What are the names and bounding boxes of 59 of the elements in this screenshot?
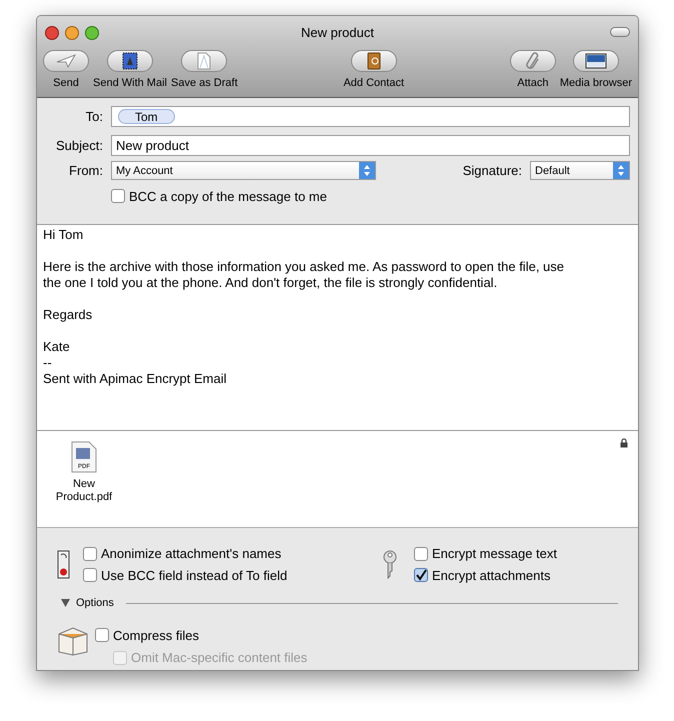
- minimize-button[interactable]: [65, 26, 79, 40]
- to-field[interactable]: Tom: [111, 106, 630, 127]
- options-section-label[interactable]: Options: [76, 595, 114, 612]
- checkbox-label: Encrypt attachments: [432, 566, 550, 585]
- toolbar-button[interactable]: Save as Draft: [168, 50, 240, 92]
- toolbar-button[interactable]: Send: [41, 50, 91, 92]
- checkbox-label: Anonimize attachment's names: [101, 545, 282, 563]
- lock-icon: [620, 438, 628, 448]
- body-text-line: Hi Tom: [43, 227, 84, 243]
- subject-label: Subject:: [55, 136, 103, 155]
- from-dropdown[interactable]: My Account: [111, 161, 376, 180]
- checkbox[interactable]: [414, 568, 428, 582]
- checkbox-label: Encrypt message text: [432, 545, 557, 563]
- disclosure-triangle-icon[interactable]: [61, 599, 70, 608]
- toolbar-button[interactable]: Attach: [508, 50, 558, 92]
- toolbar-toggle-button[interactable]: [610, 27, 630, 37]
- box-icon: [57, 626, 89, 656]
- door-hanger-icon: [57, 550, 71, 580]
- window-title: New product: [301, 24, 374, 42]
- paper-plane-icon: [56, 54, 76, 68]
- body-text-line: Kate: [43, 339, 71, 355]
- subject-field[interactable]: New product: [111, 135, 630, 156]
- body-text-line: --: [43, 355, 53, 371]
- checkbox[interactable]: [83, 568, 97, 582]
- from-label: From:: [68, 162, 103, 180]
- pdf-file-icon: [71, 441, 97, 473]
- file-name: Product.pdf: [56, 491, 112, 504]
- stepper-arrows-icon: [359, 162, 375, 180]
- toolbar-button[interactable]: Send With Mail: [91, 50, 169, 92]
- file-name: New: [72, 478, 95, 491]
- paperclip-icon: [524, 52, 541, 70]
- address-book-icon: [366, 52, 381, 70]
- body-text-line: Sent with Apimac Encrypt Email: [43, 371, 228, 387]
- checkbox[interactable]: [83, 546, 97, 561]
- document-icon: [197, 52, 212, 70]
- to-label: To:: [84, 108, 103, 126]
- stepper-arrows-icon: [613, 162, 629, 180]
- zoom-button[interactable]: [85, 26, 99, 40]
- message-body[interactable]: [37, 225, 638, 431]
- checkbox[interactable]: [95, 628, 109, 642]
- body-text-line: the one I told you at the phone. And don't forget, the file is strongly confidential.: [43, 275, 498, 291]
- toolbar-button[interactable]: Add Contact: [341, 50, 406, 92]
- landscape-photo-icon: [584, 53, 607, 69]
- body-text-line: Here is the archive with those information you asked me. As password to open the file, use: [43, 259, 565, 275]
- checkbox-label: Use BCC field instead of To field: [101, 566, 288, 584]
- toolbar-button[interactable]: Media browser: [558, 50, 634, 92]
- checkbox[interactable]: [111, 189, 125, 204]
- signature-label: Signature:: [462, 162, 522, 180]
- recipient-token[interactable]: Tom: [118, 109, 175, 124]
- key-icon: [382, 550, 398, 580]
- body-text-line: Regards: [43, 307, 94, 323]
- checkbox[interactable]: [414, 546, 428, 561]
- signature-dropdown[interactable]: Default: [530, 161, 630, 180]
- checkbox-label: Compress files: [113, 626, 199, 645]
- checkbox-label: Omit Mac-specific content files: [131, 649, 308, 667]
- checkmark-icon: [415, 569, 427, 582]
- checkbox-label: BCC a copy of the message to me: [129, 188, 327, 206]
- stamp-icon: [122, 52, 138, 70]
- close-button[interactable]: [45, 26, 59, 40]
